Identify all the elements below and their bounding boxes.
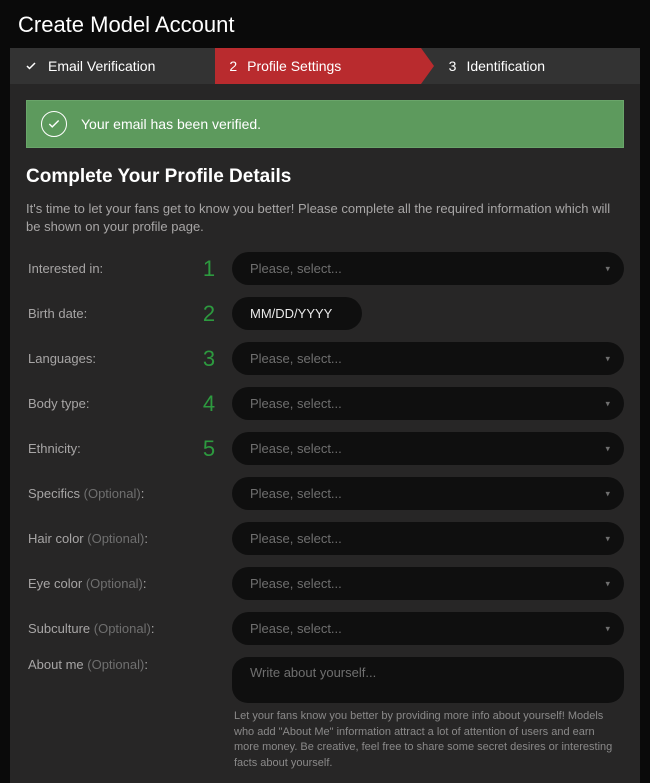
birth-date-input[interactable]: MM/DD/YYYY bbox=[232, 297, 362, 330]
row-body-type: Body type: 4 Please, select... ▾ bbox=[26, 387, 624, 420]
step-label: Profile Settings bbox=[247, 58, 341, 74]
row-ethnicity: Ethnicity: 5 Please, select... ▾ bbox=[26, 432, 624, 465]
alert-text: Your email has been verified. bbox=[81, 116, 261, 132]
specifics-select[interactable]: Please, select... ▾ bbox=[232, 477, 624, 510]
select-placeholder: Please, select... bbox=[250, 351, 342, 366]
chevron-down-icon: ▾ bbox=[605, 623, 610, 634]
step-number: 2 bbox=[229, 58, 237, 74]
step-profile-settings[interactable]: 2 Profile Settings bbox=[215, 48, 420, 84]
step-label: Identification bbox=[466, 58, 545, 74]
select-placeholder: Please, select... bbox=[250, 441, 342, 456]
select-placeholder: Please, select... bbox=[250, 576, 342, 591]
page-title: Create Model Account bbox=[0, 0, 650, 48]
row-eye-color: Eye color (Optional): Please, select... … bbox=[26, 567, 624, 600]
languages-select[interactable]: Please, select... ▾ bbox=[232, 342, 624, 375]
chevron-down-icon: ▾ bbox=[605, 443, 610, 454]
label-subculture: Subculture (Optional): bbox=[26, 621, 196, 636]
about-textarea[interactable]: Write about yourself... bbox=[232, 657, 624, 703]
label-about: About me (Optional): bbox=[26, 657, 196, 672]
chevron-down-icon: ▾ bbox=[605, 353, 610, 364]
row-specifics: Specifics (Optional): Please, select... … bbox=[26, 477, 624, 510]
input-placeholder: MM/DD/YYYY bbox=[250, 306, 332, 321]
step-number: 3 bbox=[449, 58, 457, 74]
label-ethnicity: Ethnicity: bbox=[26, 441, 196, 456]
row-number: 4 bbox=[196, 391, 222, 417]
alert-success: Your email has been verified. bbox=[26, 100, 624, 148]
textarea-placeholder: Write about yourself... bbox=[250, 665, 376, 680]
row-about: About me (Optional): Write about yoursel… bbox=[26, 657, 624, 771]
row-number: 5 bbox=[196, 436, 222, 462]
select-placeholder: Please, select... bbox=[250, 621, 342, 636]
row-birth: Birth date: 2 MM/DD/YYYY bbox=[26, 297, 624, 330]
label-languages: Languages: bbox=[26, 351, 196, 366]
select-placeholder: Please, select... bbox=[250, 486, 342, 501]
check-circle-icon bbox=[41, 111, 67, 137]
hair-color-select[interactable]: Please, select... ▾ bbox=[232, 522, 624, 555]
label-eye-color: Eye color (Optional): bbox=[26, 576, 196, 591]
chevron-down-icon: ▾ bbox=[605, 578, 610, 589]
step-identification[interactable]: 3 Identification bbox=[421, 48, 640, 84]
content: Your email has been verified. Complete Y… bbox=[10, 84, 640, 771]
label-interested: Interested in: bbox=[26, 261, 196, 276]
about-hint: Let your fans know you better by providi… bbox=[232, 709, 624, 771]
section-desc: It's time to let your fans get to know y… bbox=[26, 200, 624, 236]
chevron-down-icon: ▾ bbox=[605, 533, 610, 544]
row-number: 1 bbox=[196, 256, 222, 282]
row-interested: Interested in: 1 Please, select... ▾ bbox=[26, 252, 624, 285]
eye-color-select[interactable]: Please, select... ▾ bbox=[232, 567, 624, 600]
row-hair-color: Hair color (Optional): Please, select...… bbox=[26, 522, 624, 555]
row-number: 3 bbox=[196, 346, 222, 372]
label-hair-color: Hair color (Optional): bbox=[26, 531, 196, 546]
select-placeholder: Please, select... bbox=[250, 396, 342, 411]
step-label: Email Verification bbox=[48, 58, 155, 74]
chevron-down-icon: ▾ bbox=[605, 488, 610, 499]
create-model-account-page: Create Model Account Email Verification … bbox=[0, 0, 650, 783]
section-title: Complete Your Profile Details bbox=[26, 166, 624, 188]
row-subculture: Subculture (Optional): Please, select...… bbox=[26, 612, 624, 645]
label-body-type: Body type: bbox=[26, 396, 196, 411]
step-email-verification[interactable]: Email Verification bbox=[10, 48, 215, 84]
subculture-select[interactable]: Please, select... ▾ bbox=[232, 612, 624, 645]
select-placeholder: Please, select... bbox=[250, 531, 342, 546]
row-languages: Languages: 3 Please, select... ▾ bbox=[26, 342, 624, 375]
chevron-down-icon: ▾ bbox=[605, 398, 610, 409]
label-specifics: Specifics (Optional): bbox=[26, 486, 196, 501]
select-placeholder: Please, select... bbox=[250, 261, 342, 276]
stepper: Email Verification 2 Profile Settings 3 … bbox=[10, 48, 640, 84]
inner-panel: Email Verification 2 Profile Settings 3 … bbox=[10, 48, 640, 783]
label-birth: Birth date: bbox=[26, 306, 196, 321]
check-icon bbox=[24, 59, 38, 73]
ethnicity-select[interactable]: Please, select... ▾ bbox=[232, 432, 624, 465]
interested-select[interactable]: Please, select... ▾ bbox=[232, 252, 624, 285]
row-number: 2 bbox=[196, 301, 222, 327]
chevron-down-icon: ▾ bbox=[605, 263, 610, 274]
body-type-select[interactable]: Please, select... ▾ bbox=[232, 387, 624, 420]
